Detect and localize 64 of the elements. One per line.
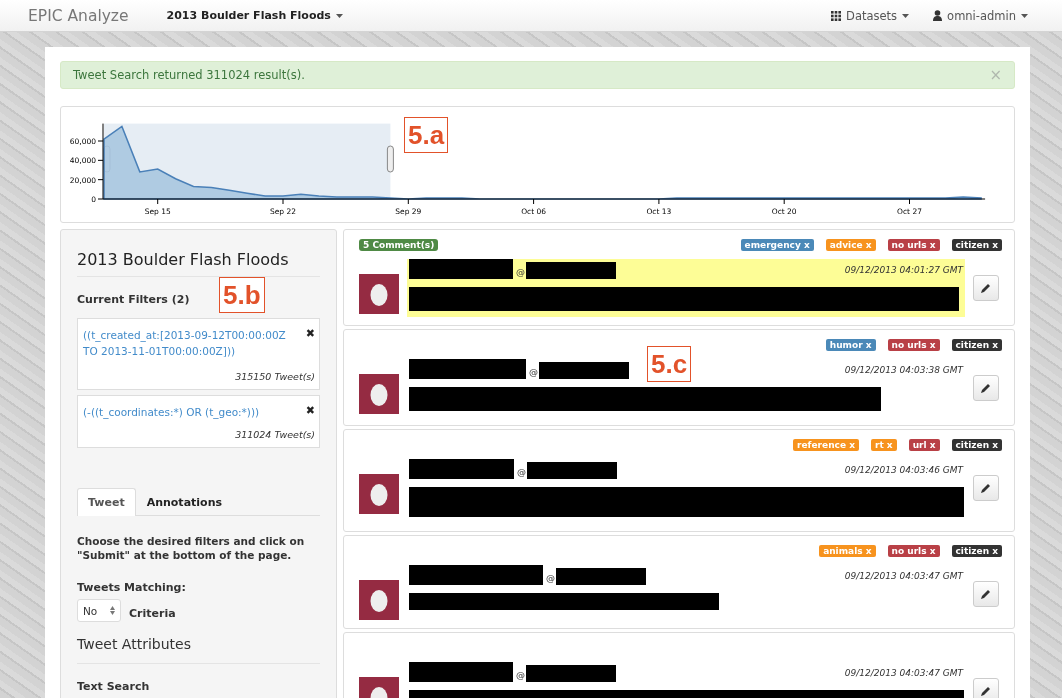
pencil-icon (981, 686, 991, 696)
tweet-timestamp: 09/12/2013 04:03:46 GMT (844, 465, 963, 475)
filter-tab[interactable]: Annotations (135, 488, 234, 516)
remove-filter-icon[interactable]: ✖ (305, 327, 315, 341)
datasets-dropdown[interactable]: Datasets (831, 8, 910, 23)
filter-count: 311024 Tweet(s) (234, 429, 315, 440)
at-sign: @ (529, 367, 538, 377)
filter-query-link[interactable]: ((t_created_at:[2013-09-12T00:00:00Z TO 2013-11-01T00:00:00Z])) (83, 327, 303, 359)
caret-icon (902, 13, 910, 18)
edit-button[interactable] (973, 678, 999, 698)
egg-icon (370, 282, 388, 306)
event-dropdown[interactable]: 2013 Boulder Flash Floods (166, 9, 343, 22)
at-sign: @ (516, 670, 525, 680)
comments-badge[interactable]: 5 Comment(s) (359, 239, 439, 251)
egg-icon (370, 482, 388, 506)
annotation-tag[interactable]: citizen x (951, 439, 1002, 451)
at-sign: @ (546, 573, 555, 583)
attributes-heading: Tweet Attributes (77, 636, 320, 664)
user-icon (933, 10, 943, 21)
pencil-icon (981, 283, 991, 293)
at-sign: @ (517, 467, 526, 477)
annotation-tag[interactable]: citizen x (951, 339, 1002, 351)
annotation-tag[interactable]: emergency x (740, 239, 814, 251)
annotation-tag[interactable]: url x (908, 439, 940, 451)
matching-label: Tweets Matching: (77, 581, 187, 594)
edit-button[interactable] (973, 275, 999, 301)
at-sign: @ (516, 267, 525, 277)
annotation-tag[interactable]: citizen x (951, 239, 1002, 251)
grid-icon (831, 10, 842, 21)
alert-message: Tweet Search returned 311024 result(s). (73, 68, 305, 82)
instructions-text: Choose the desired filters and click on "Submit" at the bottom of the page. (77, 534, 306, 562)
pencil-icon (981, 589, 991, 599)
egg-icon (370, 588, 388, 612)
filter-query-link[interactable]: (-((t_coordinates:*) OR (t_geo:*))) (83, 404, 303, 420)
tweet-timestamp: 09/12/2013 04:01:27 GMT (844, 265, 963, 275)
annotation-tag[interactable]: humor x (825, 339, 876, 351)
callout-label: 5.a (404, 117, 449, 153)
tweet-timestamp: 09/12/2013 04:03:38 GMT (844, 365, 963, 375)
annotation-tag[interactable]: citizen x (951, 545, 1002, 557)
annotation-tag[interactable]: no urls x (887, 239, 940, 251)
egg-icon (370, 382, 388, 406)
pencil-icon (981, 383, 991, 393)
edit-button[interactable] (973, 581, 999, 607)
callout-label: 5.c (647, 346, 692, 382)
spinner-arrows-icon (110, 606, 115, 615)
filter-count: 315150 Tweet(s) (234, 371, 315, 382)
user-dropdown[interactable]: omni-admin (933, 8, 1028, 23)
caret-icon (335, 13, 343, 18)
tweet-timestamp: 09/12/2013 04:03:47 GMT (844, 668, 963, 678)
filter-tab[interactable]: Tweet (77, 488, 136, 516)
pencil-icon (981, 483, 991, 493)
callout-label: 5.b (219, 277, 265, 313)
tweet-timestamp: 09/12/2013 04:03:47 GMT (844, 571, 963, 581)
brand-title[interactable]: EPIC Analyze (28, 6, 129, 25)
caret-icon (1021, 13, 1028, 18)
annotation-tag[interactable]: no urls x (887, 339, 940, 351)
filters-heading: Current Filters (2) (77, 293, 190, 306)
edit-button[interactable] (973, 475, 999, 501)
edit-button[interactable] (973, 375, 999, 401)
annotation-tag[interactable]: no urls x (887, 545, 940, 557)
matching-select[interactable]: No (77, 599, 121, 622)
criteria-label: Criteria (129, 607, 176, 620)
remove-filter-icon[interactable]: ✖ (305, 404, 315, 418)
text-search-label: Text Search (77, 680, 151, 693)
